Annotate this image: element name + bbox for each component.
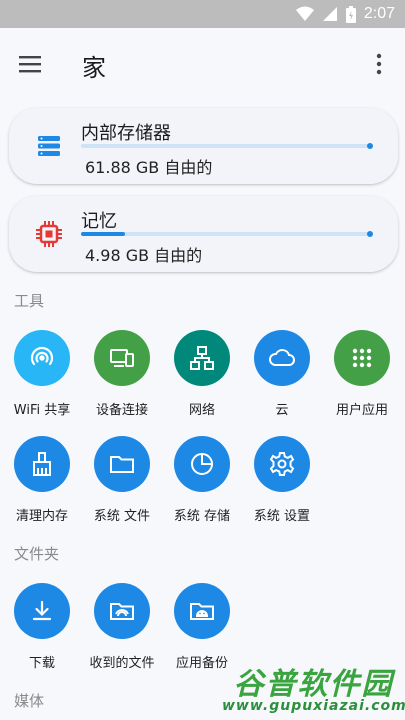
network-icon xyxy=(190,346,214,370)
storage-card-memory[interactable]: 记忆 4.98 GB 自由的 xyxy=(9,196,398,272)
tile-label: 网络 xyxy=(188,403,215,418)
pie-chart-icon xyxy=(191,453,213,475)
tool-wifi-share[interactable]: WiFi 共享 xyxy=(2,330,82,418)
broom-icon xyxy=(33,452,51,476)
tile-circle xyxy=(254,436,310,492)
storage-name: 记忆 xyxy=(81,211,117,232)
status-icons: 2:07 xyxy=(295,4,395,24)
tile-label: 用户应用 xyxy=(335,403,388,418)
app-bar: 家 xyxy=(0,28,405,100)
status-time: 2:07 xyxy=(363,5,395,22)
tile-circle xyxy=(334,330,390,386)
tile-label: 系统 文件 xyxy=(93,509,151,524)
cloud-icon xyxy=(269,349,295,366)
devices-icon xyxy=(110,349,134,367)
tile-label: 下载 xyxy=(28,656,55,671)
tool-system-settings[interactable]: 系统 设置 xyxy=(242,436,322,524)
tile-circle xyxy=(14,583,70,639)
download-icon xyxy=(32,600,52,621)
tile-label: WiFi 共享 xyxy=(13,403,71,418)
tile-circle xyxy=(94,436,150,492)
tile-circle xyxy=(14,436,70,492)
tool-system-storage[interactable]: 系统 存储 xyxy=(162,436,242,524)
cell-signal-icon xyxy=(322,7,337,21)
settings-icon xyxy=(269,452,295,476)
tile-label: 清理内存 xyxy=(15,509,68,524)
status-bar: 2:07 xyxy=(0,0,405,28)
tile-circle xyxy=(14,330,70,386)
section-label-media: 媒体 xyxy=(14,692,45,710)
page-title: 家 xyxy=(82,54,106,82)
tile-circle xyxy=(174,436,230,492)
battery-icon xyxy=(345,5,356,23)
wifi-share-icon xyxy=(30,346,54,366)
storage-usage-end-dot xyxy=(367,231,373,237)
tile-label: 设备连接 xyxy=(95,403,148,418)
folder-downloads[interactable]: 下载 xyxy=(2,583,82,671)
storage-card-internal[interactable]: 内部存储器 61.88 GB 自由的 xyxy=(9,108,398,184)
storage-usage-bar xyxy=(81,231,373,237)
folder-received-files[interactable]: 收到的文件 xyxy=(82,583,162,671)
memory-chip-icon xyxy=(33,218,65,250)
storage-free-text: 61.88 GB 自由的 xyxy=(85,158,213,177)
tile-label: 系统 存储 xyxy=(173,509,231,524)
tile-label: 云 xyxy=(275,403,289,418)
tool-device-connect[interactable]: 设备连接 xyxy=(82,330,162,418)
storage-name: 内部存储器 xyxy=(81,123,171,144)
section-label-folders: 文件夹 xyxy=(14,545,60,563)
apps-icon xyxy=(352,348,372,368)
storage-usage-fill xyxy=(81,232,125,236)
menu-button[interactable] xyxy=(16,50,44,78)
tile-circle xyxy=(94,583,150,639)
more-options-button[interactable] xyxy=(367,50,391,78)
tool-user-apps[interactable]: 用户应用 xyxy=(322,330,402,418)
tool-cloud[interactable]: 云 xyxy=(242,330,322,418)
received-files-icon xyxy=(110,603,134,620)
more-vert-icon xyxy=(376,53,382,75)
section-label-tools: 工具 xyxy=(14,292,45,310)
hamburger-menu-icon xyxy=(19,56,41,73)
wifi-signal-icon xyxy=(295,6,314,21)
tile-circle xyxy=(174,330,230,386)
tool-network[interactable]: 网络 xyxy=(162,330,242,418)
tool-system-files[interactable]: 系统 文件 xyxy=(82,436,162,524)
storage-icon xyxy=(33,130,65,162)
watermark-text: 谷普软件园 xyxy=(233,667,394,702)
tile-label: 系统 设置 xyxy=(253,509,311,524)
tile-circle xyxy=(174,583,230,639)
tile-label: 收到的文件 xyxy=(89,656,155,671)
storage-usage-bar xyxy=(81,143,373,149)
storage-free-text: 4.98 GB 自由的 xyxy=(85,246,203,265)
tile-circle xyxy=(94,330,150,386)
tile-circle xyxy=(254,330,310,386)
app-backup-icon xyxy=(190,603,214,620)
folder-icon xyxy=(110,456,134,473)
storage-usage-end-dot xyxy=(367,143,373,149)
watermark-url: www.gupuxiazai.com xyxy=(222,698,405,714)
watermark-logo: 谷普软件园 www.gupuxiazai.com xyxy=(222,655,405,720)
tool-clean-memory[interactable]: 清理内存 xyxy=(2,436,82,524)
